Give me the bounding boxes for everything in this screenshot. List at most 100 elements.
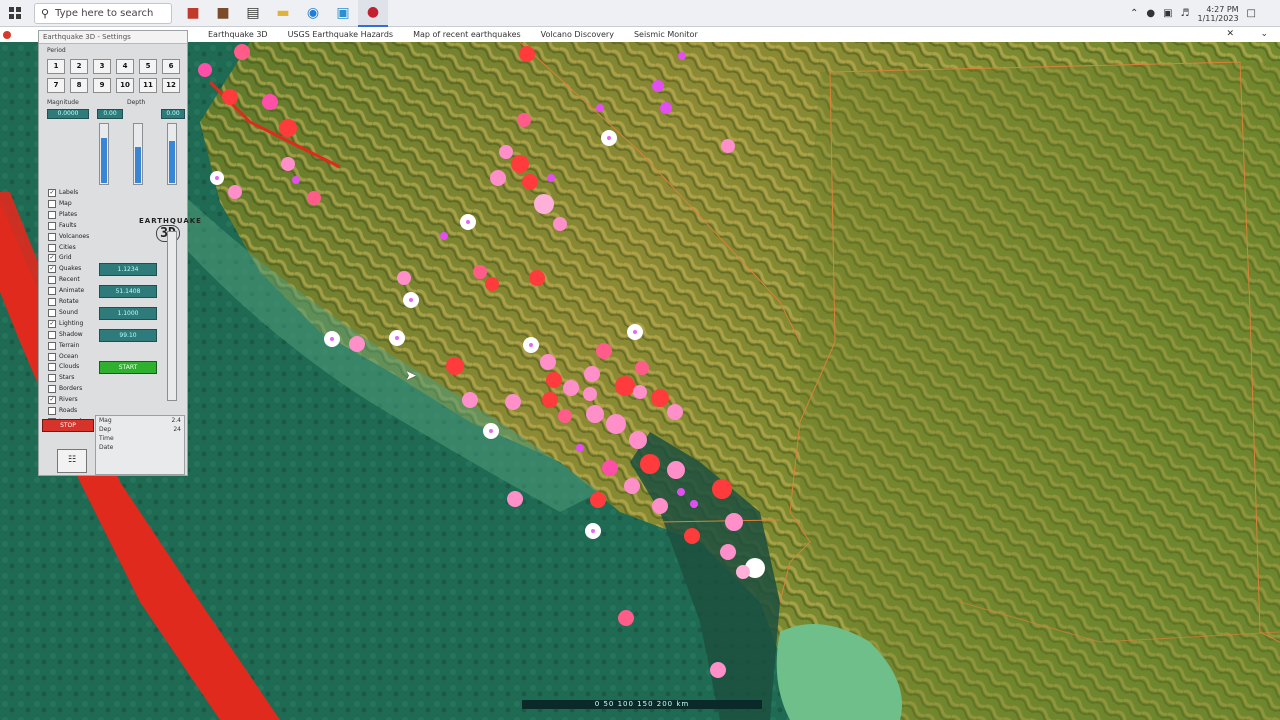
speed-slider[interactable]	[167, 231, 177, 401]
system-tray: ⌃ ● ▣ ♬ 4:27 PM 1/11/2023 □	[1130, 0, 1280, 27]
taskbar-app-task-view[interactable]: ■	[178, 0, 208, 27]
browser-favicon-icon	[3, 30, 11, 39]
period-button-7[interactable]: 7	[47, 78, 65, 93]
period-button-8[interactable]: 8	[70, 78, 88, 93]
volume-icon[interactable]: ♬	[1181, 8, 1190, 19]
period-button-11[interactable]: 11	[139, 78, 157, 93]
panel-title[interactable]: Earthquake 3D - Settings	[39, 31, 187, 44]
period-button-2[interactable]: 2	[70, 59, 88, 74]
layer-checkbox-7[interactable]: ✓ Grid	[48, 254, 72, 263]
checkbox-box[interactable]: ✓	[48, 189, 56, 197]
layer-checkbox-17[interactable]: Clouds	[48, 363, 79, 372]
chevron-up-icon[interactable]: ⌃	[1130, 8, 1138, 19]
microphone-icon[interactable]: ●	[1146, 8, 1155, 19]
layer-checkbox-6[interactable]: Cities	[48, 243, 76, 252]
checkbox-box[interactable]	[48, 352, 56, 361]
browser-tab-3[interactable]: Map of recent earthquakes	[403, 30, 531, 39]
checkbox-box[interactable]	[48, 363, 56, 372]
checkbox-label: Quakes	[59, 265, 82, 273]
value-button-3[interactable]: 1.1000	[99, 307, 157, 320]
browser-tab-4[interactable]: Volcano Discovery	[531, 30, 624, 39]
windows-taskbar: ⚲ Type here to search ■ ■ ▤ ▬ ◉ ▣ ● ⌃ ● …	[0, 0, 1280, 27]
period-label: Period	[47, 47, 66, 54]
checkbox-label: Sound	[59, 308, 78, 316]
layer-checkbox-2[interactable]: Map	[48, 199, 72, 208]
checkbox-box[interactable]	[48, 210, 56, 219]
earthquake-map[interactable]	[0, 42, 1280, 720]
mouse-cursor-icon: ➤	[405, 368, 417, 384]
layer-checkbox-12[interactable]: Sound	[48, 308, 78, 317]
value-button-1[interactable]: 1.1234	[99, 263, 157, 276]
checkbox-box[interactable]	[48, 232, 56, 241]
checkbox-box[interactable]	[48, 287, 56, 296]
browser-tab-1[interactable]: Earthquake 3D	[198, 30, 278, 39]
taskbar-app-window[interactable]: ▣	[328, 0, 358, 27]
layer-checkbox-11[interactable]: Rotate	[48, 298, 79, 306]
depth-slider-max[interactable]	[167, 123, 177, 185]
checkbox-box[interactable]	[48, 374, 56, 383]
layer-checkbox-8[interactable]: ✓ Quakes	[48, 265, 82, 274]
checkbox-box[interactable]	[48, 330, 56, 339]
taskbar-clock[interactable]: 4:27 PM 1/11/2023	[1198, 5, 1239, 23]
layer-checkbox-16[interactable]: Ocean	[48, 352, 78, 361]
layer-checkbox-13[interactable]: ✓ Lighting	[48, 319, 83, 328]
checkbox-box[interactable]	[48, 341, 56, 350]
browser-tab-2[interactable]: USGS Earthquake Hazards	[278, 30, 403, 39]
checkbox-box[interactable]	[48, 308, 56, 317]
checkbox-box[interactable]: ✓	[48, 254, 56, 263]
browser-tab-5[interactable]: Seismic Monitor	[624, 30, 708, 39]
period-button-12[interactable]: 12	[162, 78, 180, 93]
notifications-icon[interactable]: □	[1247, 8, 1256, 19]
period-button-5[interactable]: 5	[139, 59, 157, 74]
layer-checkbox-10[interactable]: Animate	[48, 287, 85, 296]
period-button-4[interactable]: 4	[116, 59, 134, 74]
layer-checkbox-20[interactable]: ✓ Rivers	[48, 396, 78, 405]
layer-checkbox-18[interactable]: Stars	[48, 374, 74, 383]
taskbar-app-folder[interactable]: ▬	[268, 0, 298, 27]
stop-button[interactable]: STOP	[42, 419, 94, 432]
layer-checkbox-21[interactable]: Roads	[48, 407, 77, 415]
taskbar-app-explorer[interactable]: ▤	[238, 0, 268, 27]
checkbox-box[interactable]	[48, 276, 56, 285]
period-button-6[interactable]: 6	[162, 59, 180, 74]
start-button[interactable]	[0, 0, 30, 27]
period-button-3[interactable]: 3	[93, 59, 111, 74]
checkbox-label: Volcanoes	[59, 232, 90, 240]
checkbox-box[interactable]: ✓	[48, 396, 56, 405]
layer-checkbox-14[interactable]: Shadow	[48, 330, 83, 339]
layer-checkbox-4[interactable]: Faults	[48, 221, 77, 230]
checkbox-box[interactable]: ✓	[48, 319, 56, 328]
taskbar-search-box[interactable]: ⚲ Type here to search	[34, 2, 172, 24]
period-button-9[interactable]: 9	[93, 78, 111, 93]
checkbox-box[interactable]: ✓	[48, 265, 56, 274]
layer-checkbox-19[interactable]: Borders	[48, 385, 82, 394]
start-button[interactable]: START	[99, 361, 157, 374]
chevron-down-icon[interactable]: ⌄	[1260, 29, 1268, 39]
taskbar-app-record[interactable]: ●	[358, 0, 388, 27]
checkbox-box[interactable]	[48, 199, 56, 208]
checkbox-box[interactable]	[48, 298, 56, 306]
layer-checkbox-9[interactable]: Recent	[48, 276, 80, 285]
layer-checkbox-3[interactable]: Plates	[48, 210, 77, 219]
checkbox-box[interactable]	[48, 385, 56, 394]
value-button-4[interactable]: 99.10	[99, 329, 157, 342]
value-button-2[interactable]: 51.1408	[99, 285, 157, 298]
mini-grid-button[interactable]: ☷	[57, 449, 87, 473]
taskbar-app-icons[interactable]: ■	[208, 0, 238, 27]
network-icon[interactable]: ▣	[1163, 8, 1172, 19]
layer-checkbox-5[interactable]: Volcanoes	[48, 232, 90, 241]
period-button-1[interactable]: 1	[47, 59, 65, 74]
depth-slider-min[interactable]	[133, 123, 143, 185]
taskbar-app-edge[interactable]: ◉	[298, 0, 328, 27]
depth-display-min: 0.00	[97, 109, 123, 119]
close-icon[interactable]: ✕	[1226, 29, 1234, 39]
layer-checkbox-15[interactable]: Terrain	[48, 341, 79, 350]
period-button-10[interactable]: 10	[116, 78, 134, 93]
checkbox-box[interactable]	[48, 407, 56, 415]
checkbox-box[interactable]	[48, 221, 56, 230]
checkbox-label: Animate	[59, 287, 85, 295]
magnitude-slider[interactable]	[99, 123, 109, 185]
checkbox-box[interactable]	[48, 243, 56, 252]
depth-info-label: Dep	[99, 426, 112, 433]
layer-checkbox-1[interactable]: ✓ Labels	[48, 189, 78, 197]
